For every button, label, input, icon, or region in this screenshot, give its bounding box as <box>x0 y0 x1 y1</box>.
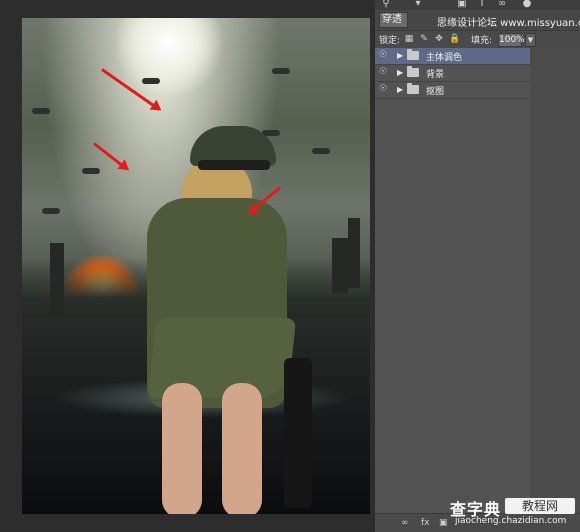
forum-watermark: 思缘设计论坛 www.missyuan.com <box>437 18 580 29</box>
expand-triangle-icon[interactable]: ▶ <box>397 51 403 60</box>
mask-icon[interactable]: ▣ <box>439 518 448 528</box>
eye-icon[interactable]: ☉ <box>379 51 391 60</box>
panel-right-gap <box>530 48 580 531</box>
lock-image-pixels-icon[interactable]: ✎ <box>419 34 429 44</box>
lock-label: 锁定: <box>379 36 401 46</box>
woman-leg-left <box>162 383 202 514</box>
sun-glow <box>114 18 224 98</box>
tower-right-2 <box>332 238 348 293</box>
woman-leg-right <box>222 383 262 514</box>
layer-name: 抠图 <box>426 87 445 97</box>
blend-mode-select[interactable]: 穿透 <box>379 12 408 28</box>
drone <box>42 208 60 214</box>
search-icon[interactable]: ⚲ <box>379 0 393 10</box>
folder-icon <box>407 83 419 94</box>
tower-left <box>50 243 64 323</box>
layer-row-background[interactable]: ☉ ▶ 背景 <box>375 65 530 82</box>
fx-icon[interactable]: fx <box>421 518 430 528</box>
drone <box>312 148 330 154</box>
site-tag: 教程网 <box>505 498 575 514</box>
lock-position-icon[interactable]: ✥ <box>434 34 444 44</box>
red-arrow <box>93 142 129 171</box>
document-canvas-area[interactable] <box>0 0 375 531</box>
drone <box>32 108 50 114</box>
fill-input[interactable]: 100% <box>498 33 525 47</box>
layer-row-main-color[interactable]: ☉ ▶ 主体调色 <box>375 48 530 65</box>
link-icon[interactable]: ∞ <box>495 0 509 10</box>
folder-icon <box>407 49 419 60</box>
layers-panel: ⚲ ▾ ▣ T ∞ ● 穿透 思缘设计论坛 www.missyuan.com 锁… <box>375 0 580 532</box>
expand-triangle-icon[interactable]: ▶ <box>397 68 403 77</box>
lock-icon[interactable]: ▣ <box>455 0 469 10</box>
tower-right <box>348 218 360 288</box>
drone <box>142 78 160 84</box>
lock-fill-row: 锁定: ▦ ✎ ✥ 🔒 填充: 100% ▼ <box>375 30 580 50</box>
lock-all-icon[interactable]: 🔒 <box>449 34 460 44</box>
dropdown-icon[interactable]: ▾ <box>411 0 425 10</box>
eye-icon[interactable]: ☉ <box>379 85 391 94</box>
expand-triangle-icon[interactable]: ▶ <box>397 85 403 94</box>
folder-icon <box>407 66 419 77</box>
layer-name: 主体调色 <box>426 53 463 63</box>
layer-name: 背景 <box>426 70 445 80</box>
site-watermark-badge: 查字典 教程网 jiaocheng.chazidian.com <box>450 496 580 531</box>
drone <box>82 168 100 174</box>
panel-top-toolbar: ⚲ ▾ ▣ T ∞ ● <box>375 0 580 10</box>
lock-transparent-pixels-icon[interactable]: ▦ <box>404 34 414 44</box>
blend-mode-row: 穿透 思缘设计论坛 www.missyuan.com <box>375 10 580 30</box>
rifle <box>284 358 312 508</box>
type-icon[interactable]: T <box>475 0 489 10</box>
layer-row-cutout[interactable]: ☉ ▶ 抠图 <box>375 82 530 99</box>
fill-label: 填充: <box>471 36 493 46</box>
fill-dropdown-icon[interactable]: ▼ <box>525 33 536 47</box>
filter-icon[interactable]: ● <box>520 0 534 10</box>
artwork-image <box>22 18 370 514</box>
eye-icon[interactable]: ☉ <box>379 68 391 77</box>
drone <box>272 68 290 74</box>
site-url: jiaocheng.chazidian.com <box>455 516 567 526</box>
layer-list: ☉ ▶ 主体调色 ☉ ▶ 背景 ☉ ▶ 抠图 <box>375 48 530 103</box>
hat-brim <box>198 160 270 170</box>
link-layers-icon[interactable]: ∞ <box>401 518 409 528</box>
